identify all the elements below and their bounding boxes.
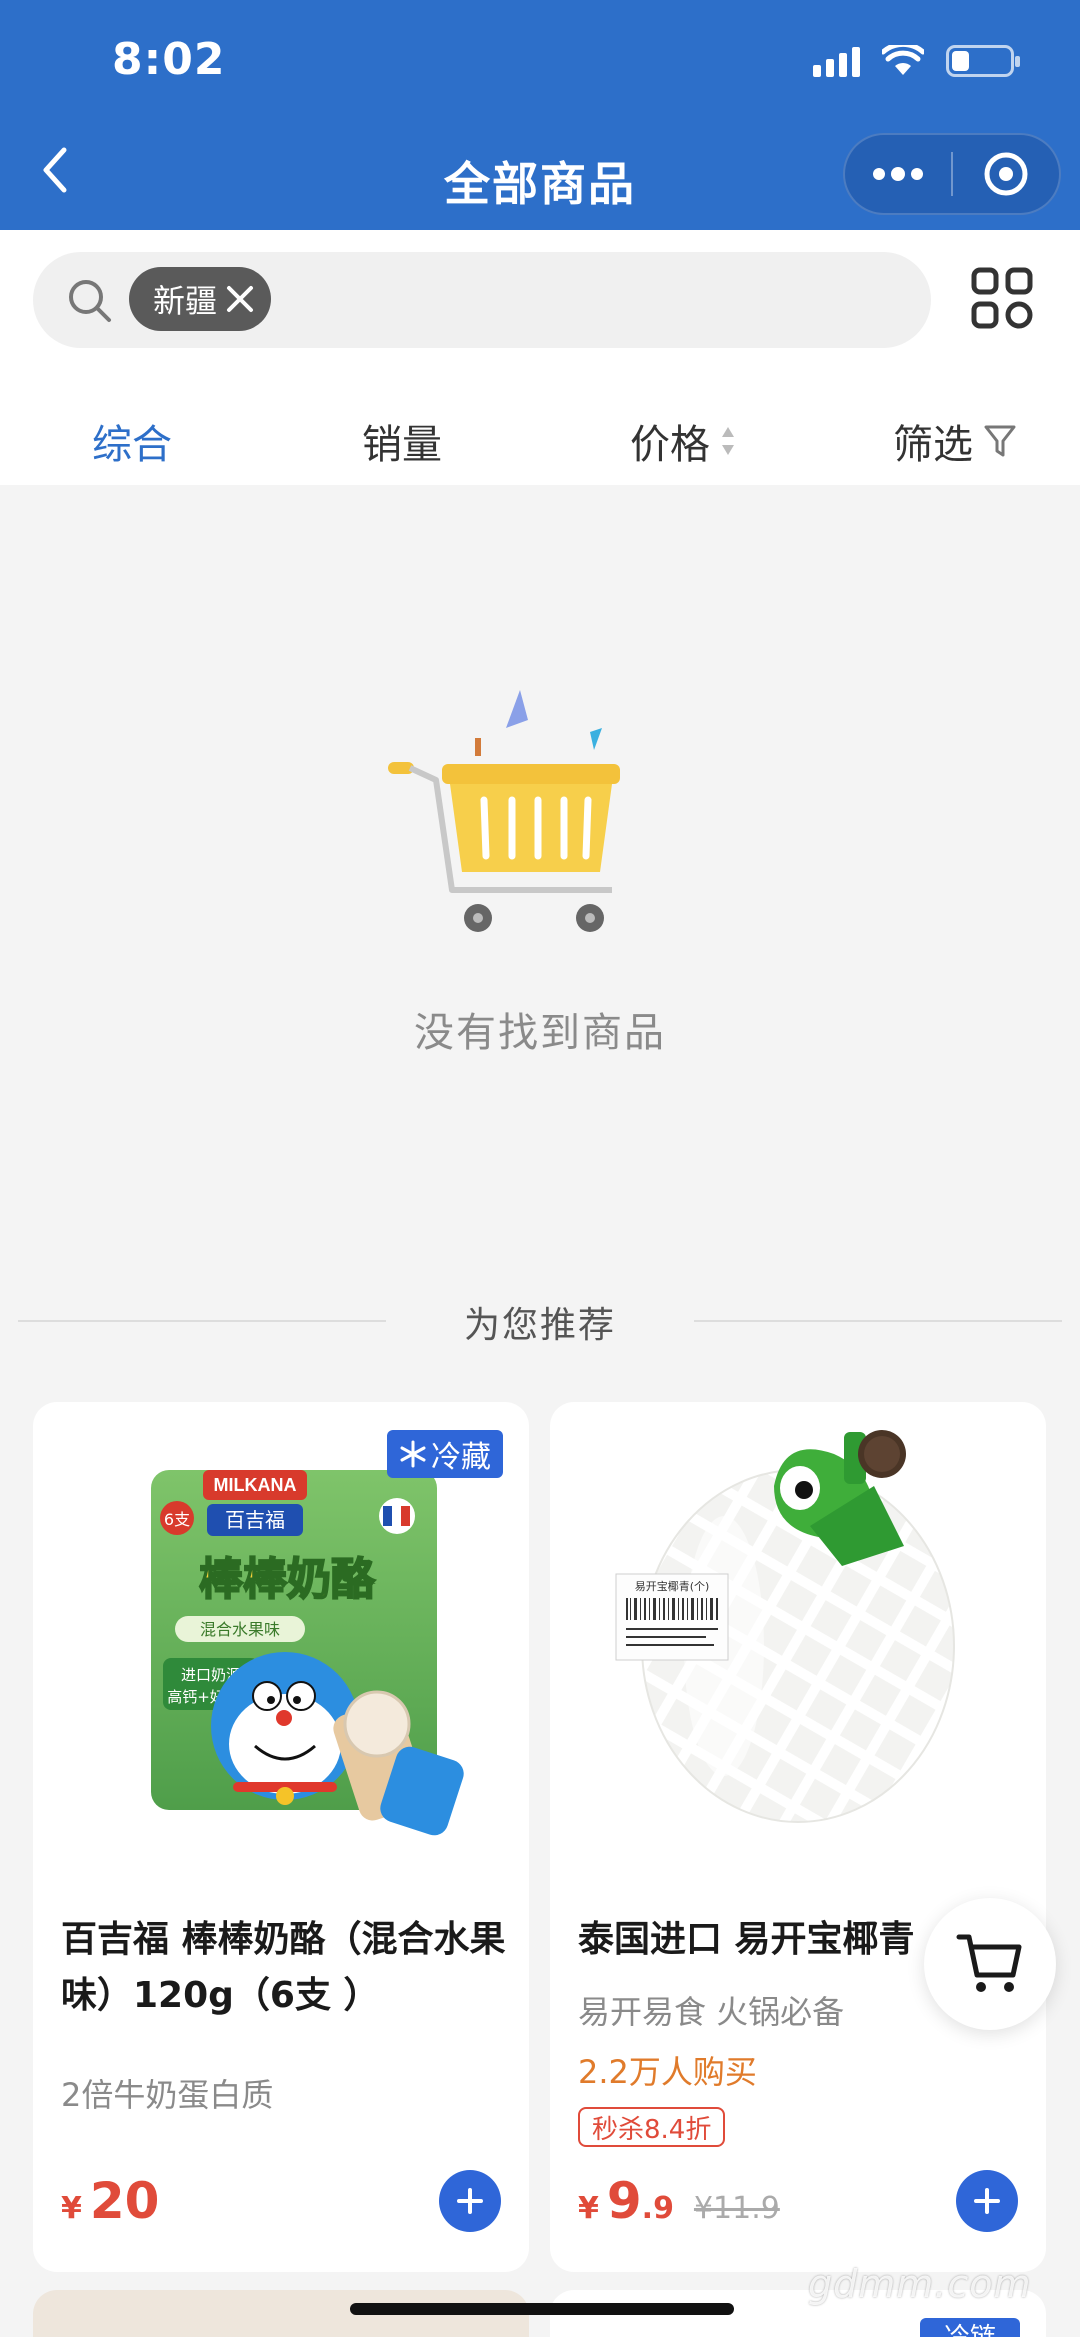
miniprogram-capsule <box>843 133 1061 215</box>
recommend-title: 为您推荐 <box>463 1305 616 1346</box>
product-name-text: 棒棒奶酪 <box>199 1554 376 1605</box>
product-title[interactable]: 百吉福 棒棒奶酪（混合水果味）120g（6支 ） <box>61 1912 511 2024</box>
close-miniprogram-button[interactable] <box>953 135 1059 213</box>
product-flavor-text: 混合水果味 <box>200 1620 280 1639</box>
search-tag-label: 新疆 <box>153 282 218 320</box>
sort-bar: 综合 销量 价格 筛选 <box>0 392 1080 484</box>
plus-icon <box>974 2188 1000 2214</box>
sort-tab-label: 综合 <box>92 422 172 468</box>
product-label-text: 易开宝椰青(个) <box>635 1579 710 1593</box>
product-image-cheese: MILKANA 百吉福 6支 棒棒奶酪 混合水果味 进口奶源 高钙+好美味 <box>151 1470 464 1836</box>
price-integer: 9 <box>606 2172 642 2230</box>
home-indicator[interactable] <box>350 2303 734 2315</box>
cold-storage-label: 冷藏 <box>431 1440 491 1475</box>
sort-tab-comprehensive[interactable]: 综合 <box>92 412 172 470</box>
plus-icon <box>457 2188 483 2214</box>
price-currency: ¥ <box>578 2191 599 2226</box>
product-subtitle: 2倍牛奶蛋白质 <box>61 2076 274 2114</box>
sort-tab-price[interactable]: 价格 <box>630 412 736 470</box>
header-bar: 8:02 全部商品 <box>0 0 1080 230</box>
price-currency: ¥ <box>61 2191 82 2226</box>
search-input[interactable]: 新疆 <box>33 252 931 348</box>
status-icons <box>813 40 1020 82</box>
watermark-text: gdmm.com <box>808 2262 1032 2306</box>
price-integer: 20 <box>89 2172 160 2230</box>
search-icon <box>69 280 111 322</box>
more-button[interactable] <box>845 135 951 213</box>
sort-tab-label: 筛选 <box>893 422 973 468</box>
grid-view-icon[interactable] <box>970 266 1034 330</box>
empty-state-text: 没有找到商品 <box>414 1010 666 1056</box>
add-to-cart-button[interactable] <box>956 2170 1018 2232</box>
sort-tab-sales[interactable]: 销量 <box>362 412 442 470</box>
product-title[interactable]: 泰国进口 易开宝椰青 <box>578 1912 938 1968</box>
product-pack-text: 6支 <box>164 1510 190 1529</box>
sort-arrows-icon <box>722 427 734 455</box>
sort-tab-label: 价格 <box>630 422 710 468</box>
add-to-cart-button[interactable] <box>439 2170 501 2232</box>
more-dots-icon <box>873 167 923 181</box>
original-price: ¥11.9 <box>693 2191 780 2226</box>
battery-icon <box>946 45 1020 77</box>
target-icon <box>984 152 1028 196</box>
floating-cart-button[interactable] <box>924 1898 1056 2030</box>
product-card[interactable]: MILKANA 百吉福 6支 棒棒奶酪 混合水果味 进口奶源 高钙+好美味 冷藏… <box>33 1402 529 2272</box>
product-subtitle: 易开易食 火锅必备 <box>578 1993 845 2031</box>
search-area: 新疆 综合 销量 价格 筛选 <box>0 230 1080 485</box>
cold-chain-badge: 冷链 <box>920 2318 1020 2337</box>
product-price: ¥ 9 .9 ¥11.9 <box>578 2172 780 2230</box>
page: 8:02 全部商品 新疆 综合 销量 价格 筛选 没有找到商品 为您推荐 MIL… <box>0 0 1080 2337</box>
product-price: ¥ 20 <box>61 2172 159 2230</box>
signal-icon <box>813 45 860 77</box>
product-sales-count: 2.2万人购买 <box>578 2053 757 2091</box>
status-time: 8:02 <box>112 34 226 85</box>
wifi-icon <box>882 45 924 75</box>
filter-icon <box>984 425 1016 457</box>
cold-storage-badge: 冷藏 <box>387 1430 503 1478</box>
close-icon[interactable] <box>225 284 255 314</box>
product-brand-cn-text: 百吉福 <box>225 1508 285 1532</box>
flash-sale-tag: 秒杀8.4折 <box>578 2107 726 2147</box>
snowflake-icon <box>400 1440 426 1468</box>
price-decimal: .9 <box>641 2191 674 2226</box>
sort-tab-label: 销量 <box>362 422 442 468</box>
product-image-coconut: 易开宝椰青(个) <box>615 1430 955 1823</box>
shopping-cart-icon <box>956 1934 1022 1992</box>
product-brand-text: MILKANA <box>214 1475 297 1495</box>
search-tag-chip[interactable]: 新疆 <box>129 267 272 331</box>
empty-cart-illustration <box>388 690 620 932</box>
product-card[interactable]: 易开宝椰青(个) 泰国进口 易开宝椰青 易开易食 火锅必备 2.2万人购买 秒杀… <box>550 1402 1046 2272</box>
sort-tab-filter[interactable]: 筛选 <box>893 412 1017 470</box>
